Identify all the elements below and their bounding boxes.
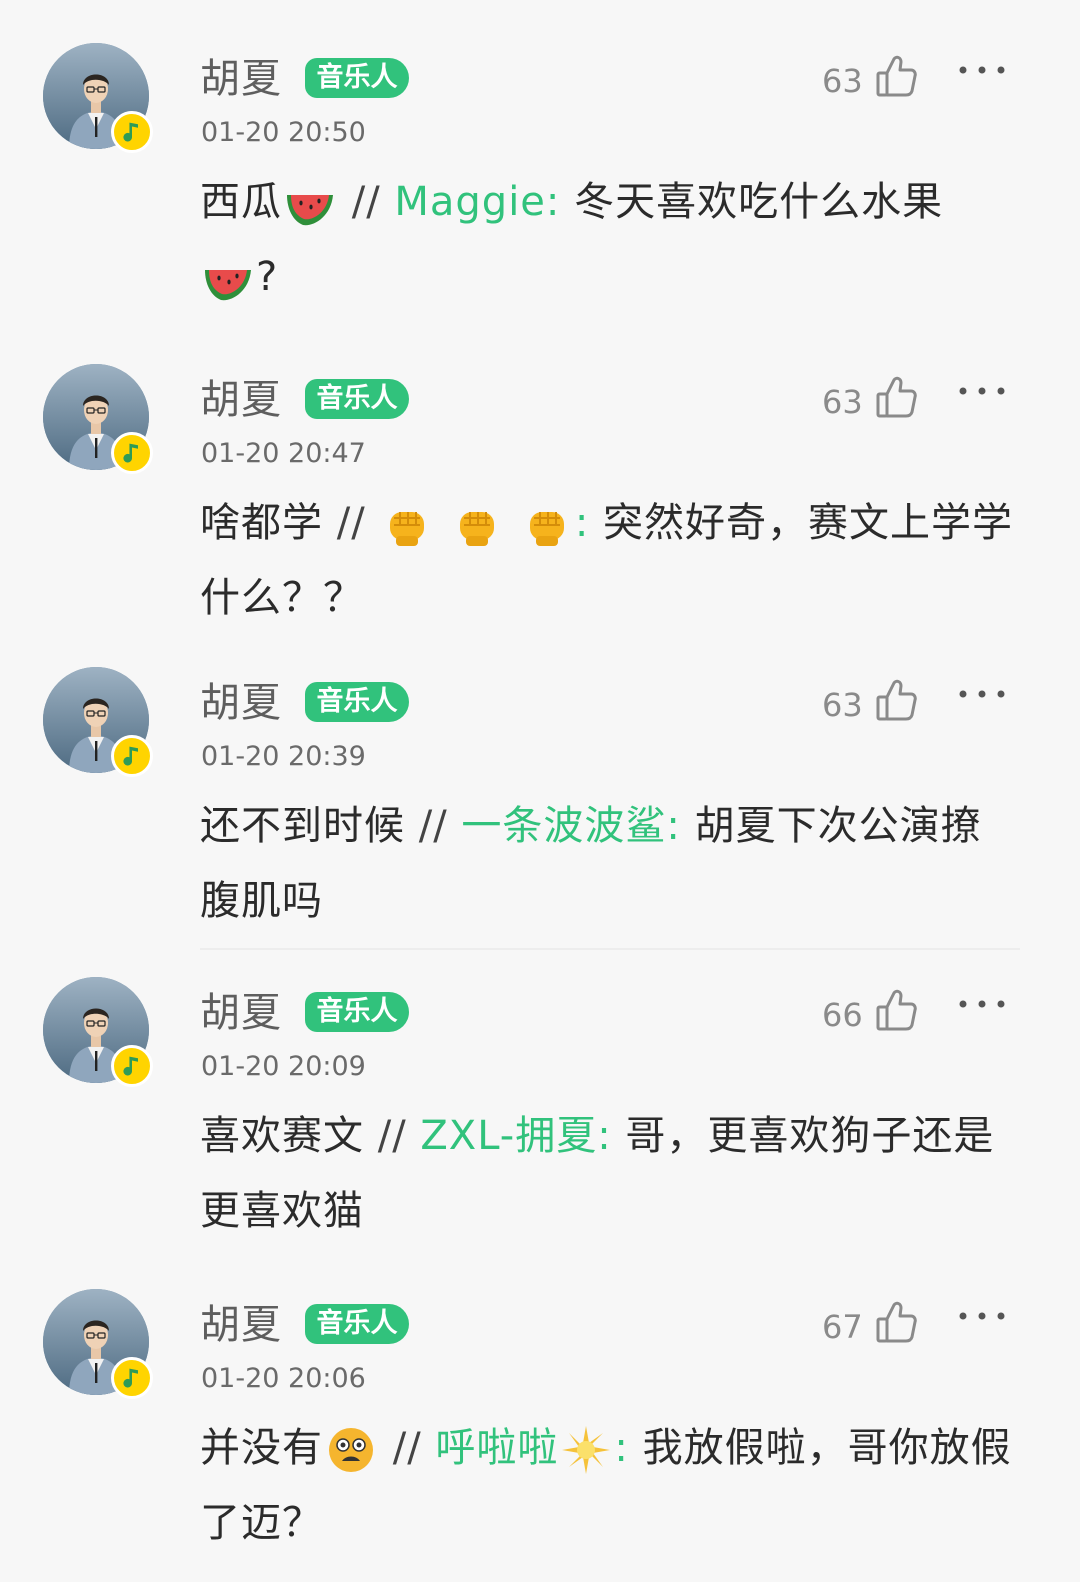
timestamp: 01-20 20:47: [201, 438, 366, 469]
like-count: 63: [822, 62, 863, 100]
username[interactable]: 胡夏: [200, 53, 282, 105]
comment-text: 并没有 // 呼啦啦: 我放假啦，哥你放假了迈？: [200, 1411, 1020, 1561]
quote-separator: //: [364, 1113, 421, 1159]
comment-text: 西瓜 // Maggie: 冬天喜欢吃什么水果?: [200, 165, 1020, 315]
thumbs-up-icon[interactable]: [875, 677, 917, 721]
reply-text: 还不到时候: [200, 803, 405, 849]
avatar[interactable]: [43, 1289, 153, 1399]
watermelon-icon: [201, 252, 255, 306]
more-options-icon[interactable]: [955, 55, 1009, 85]
timestamp: 01-20 20:09: [201, 1051, 366, 1082]
reply-text: 西瓜: [200, 179, 282, 225]
thumbs-up-icon[interactable]: [875, 53, 917, 97]
quoted-user-link[interactable]: [379, 500, 574, 546]
reply-text: 啥都学: [200, 500, 323, 546]
quote-separator: //: [323, 500, 380, 546]
quoted-colon: :: [666, 803, 695, 849]
music-note-icon: [111, 432, 153, 474]
quoted-colon: :: [614, 1425, 643, 1471]
username[interactable]: 胡夏: [200, 1299, 282, 1351]
avatar[interactable]: [43, 667, 153, 777]
tail-text: ?: [256, 254, 279, 300]
avatar[interactable]: [43, 364, 153, 474]
divider: [200, 948, 1020, 950]
musician-badge: 音乐人: [305, 1304, 409, 1344]
thumbs-up-icon[interactable]: [875, 987, 917, 1031]
quoted-colon: :: [545, 179, 575, 225]
quoted-user-link[interactable]: 一条波波鲨: [461, 803, 666, 849]
timestamp: 01-20 20:06: [201, 1363, 366, 1394]
musician-badge: 音乐人: [305, 992, 409, 1032]
username[interactable]: 胡夏: [200, 374, 282, 426]
more-options-icon[interactable]: [955, 679, 1009, 709]
comment-text: 喜欢赛文 // ZXL-拥夏: 哥，更喜欢狗子还是更喜欢猫: [200, 1099, 1020, 1249]
quoted-colon: :: [574, 500, 604, 546]
quote-separator: //: [338, 179, 395, 225]
musician-badge: 音乐人: [305, 58, 409, 98]
comment-text: 啥都学 // : 突然好奇，赛文上学学什么？？: [200, 486, 1020, 636]
more-options-icon[interactable]: [955, 1301, 1009, 1331]
music-note-icon: [111, 735, 153, 777]
fist-icon: [520, 498, 574, 552]
comment-text: 还不到时候 // 一条波波鲨: 胡夏下次公演撩腹肌吗: [200, 789, 1020, 939]
username[interactable]: 胡夏: [200, 677, 282, 729]
like-count: 67: [822, 1308, 863, 1346]
dizzy-face-icon: [324, 1423, 378, 1477]
quote-separator: //: [379, 1425, 436, 1471]
like-count: 63: [822, 383, 863, 421]
music-note-icon: [111, 1357, 153, 1399]
quoted-user-link[interactable]: Maggie: [394, 179, 546, 225]
like-count: 63: [822, 686, 863, 724]
music-note-icon: [111, 111, 153, 153]
musician-badge: 音乐人: [305, 682, 409, 722]
quoted-text: 冬天喜欢吃什么水果: [574, 179, 944, 225]
fist-icon: [380, 498, 434, 552]
more-options-icon[interactable]: [955, 989, 1009, 1019]
fist-icon: [450, 498, 504, 552]
thumbs-up-icon[interactable]: [875, 374, 917, 418]
timestamp: 01-20 20:50: [201, 117, 366, 148]
sparkle-sun-icon: [559, 1423, 613, 1477]
musician-badge: 音乐人: [305, 379, 409, 419]
quoted-user-link[interactable]: ZXL-拥夏: [420, 1113, 597, 1159]
quoted-colon: :: [597, 1113, 626, 1159]
avatar[interactable]: [43, 43, 153, 153]
more-options-icon[interactable]: [955, 376, 1009, 406]
quoted-user-link[interactable]: 呼啦啦: [435, 1425, 558, 1471]
timestamp: 01-20 20:39: [201, 741, 366, 772]
quote-separator: //: [405, 803, 462, 849]
music-note-icon: [111, 1045, 153, 1087]
like-count: 66: [822, 996, 863, 1034]
watermelon-icon: [283, 177, 337, 231]
reply-text: 并没有: [200, 1425, 323, 1471]
reply-text: 喜欢赛文: [200, 1113, 364, 1159]
username[interactable]: 胡夏: [200, 987, 282, 1039]
thumbs-up-icon[interactable]: [875, 1299, 917, 1343]
avatar[interactable]: [43, 977, 153, 1087]
